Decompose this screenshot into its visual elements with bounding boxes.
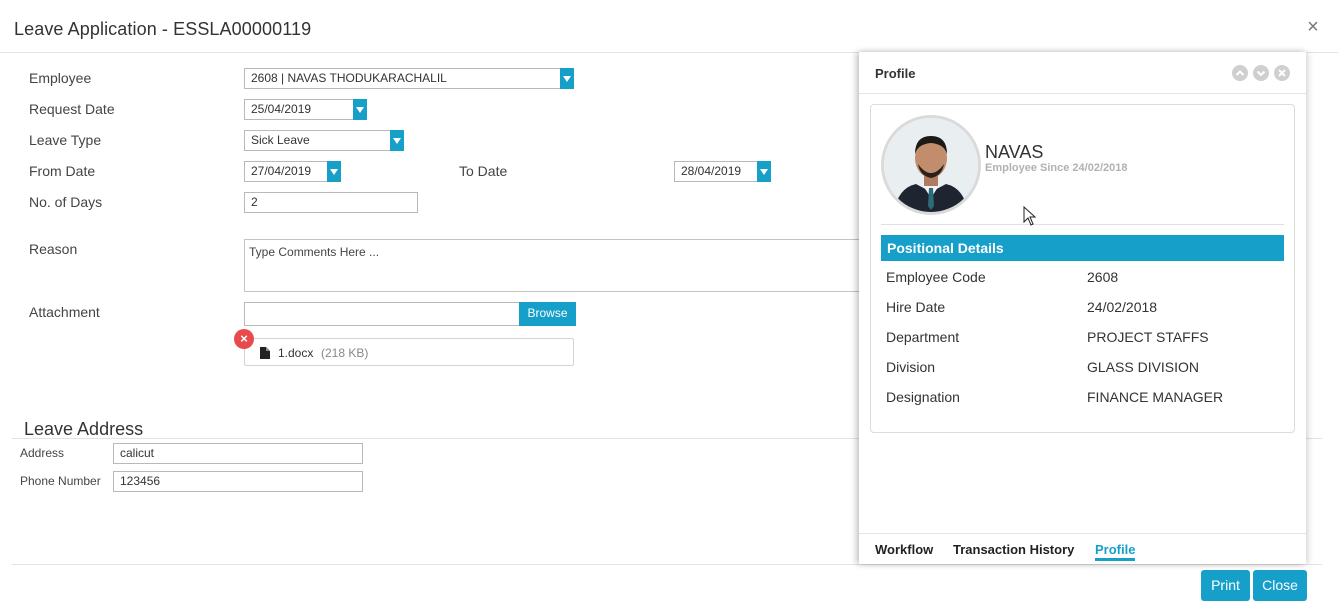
address-field[interactable]: calicut: [113, 443, 363, 464]
to-date-value: 28/04/2019: [681, 164, 742, 178]
cursor-icon: [1023, 206, 1037, 226]
card-divider: [881, 224, 1284, 225]
print-button[interactable]: Print: [1201, 570, 1250, 601]
tab-transaction-history[interactable]: Transaction History: [953, 542, 1074, 557]
tabs-divider: [859, 533, 1306, 534]
employee-label: Employee: [29, 70, 92, 86]
close-button[interactable]: Close: [1253, 570, 1307, 601]
leave-address-title: Leave Address: [24, 419, 144, 439]
from-date-label: From Date: [29, 163, 96, 179]
tab-profile[interactable]: Profile: [1095, 542, 1136, 561]
dropdown-arrow-icon[interactable]: [390, 130, 404, 151]
file-name[interactable]: 1.docx: [278, 346, 313, 360]
panel-header-divider: [859, 93, 1306, 94]
employee-select[interactable]: 2608 | NAVAS THODUKARACHALIL: [244, 68, 574, 89]
leave-type-select[interactable]: Sick Leave: [244, 130, 404, 151]
dialog-title: Leave Application - ESSLA00000119: [14, 19, 312, 39]
attachment-input[interactable]: [244, 302, 520, 326]
profile-card: NAVAS Employee Since 24/02/2018 Position…: [870, 104, 1295, 433]
dropdown-arrow-icon[interactable]: [560, 68, 574, 89]
request-date-label: Request Date: [29, 101, 115, 117]
reason-textarea[interactable]: Type Comments Here ...: [244, 239, 874, 292]
detail-value: 24/02/2018: [1087, 299, 1158, 315]
leave-type-value: Sick Leave: [251, 133, 310, 147]
chevron-up-icon[interactable]: [1232, 65, 1248, 81]
attachment-label: Attachment: [29, 304, 100, 320]
detail-label: Employee Code: [886, 269, 986, 285]
remove-icon[interactable]: ×: [234, 329, 254, 349]
detail-label: Designation: [886, 389, 960, 405]
detail-label: Department: [886, 329, 960, 345]
avatar: [881, 115, 981, 215]
chevron-down-icon[interactable]: [1253, 65, 1269, 81]
request-date-field[interactable]: 25/04/2019: [244, 99, 367, 120]
phone-value: 123456: [120, 474, 161, 488]
dropdown-arrow-icon[interactable]: [353, 99, 367, 120]
leave-address-divider: [12, 438, 859, 439]
positional-details-header: Positional Details: [881, 235, 1284, 261]
browse-button[interactable]: Browse: [519, 302, 576, 326]
employee-value: 2608 | NAVAS THODUKARACHALIL: [251, 71, 447, 85]
file-size: (218 KB): [321, 346, 369, 360]
file-icon: [260, 347, 270, 359]
days-label: No. of Days: [29, 194, 103, 210]
employee-since: Employee Since 24/02/2018: [985, 162, 1128, 174]
detail-label: Division: [886, 359, 936, 375]
footer-divider: [12, 564, 1322, 565]
to-date-field[interactable]: 28/04/2019: [674, 161, 771, 182]
leave-type-label: Leave Type: [29, 132, 102, 148]
tab-workflow[interactable]: Workflow: [875, 542, 933, 557]
days-value: 2: [251, 195, 258, 209]
detail-value: 2608: [1087, 269, 1119, 285]
phone-label: Phone Number: [20, 474, 101, 488]
from-date-field[interactable]: 27/04/2019: [244, 161, 341, 182]
reason-label: Reason: [29, 241, 78, 257]
address-value: calicut: [120, 446, 155, 460]
profile-panel-title: Profile: [875, 66, 916, 81]
panel-close-icon[interactable]: [1274, 65, 1290, 81]
attachment-item: 1.docx (218 KB): [244, 338, 574, 366]
dropdown-arrow-icon[interactable]: [327, 161, 341, 182]
phone-field[interactable]: 123456: [113, 471, 363, 492]
profile-name: NAVAS: [985, 142, 1044, 162]
close-icon[interactable]: ×: [1303, 17, 1323, 37]
detail-value: GLASS DIVISION: [1087, 359, 1200, 375]
detail-value: PROJECT STAFFS: [1087, 329, 1209, 345]
dropdown-arrow-icon[interactable]: [757, 161, 771, 182]
detail-value: FINANCE MANAGER: [1087, 389, 1224, 405]
days-field[interactable]: 2: [244, 192, 418, 213]
from-date-value: 27/04/2019: [251, 164, 312, 178]
detail-label: Hire Date: [886, 299, 946, 315]
leave-address-divider-right: [1306, 438, 1322, 439]
to-date-label: To Date: [459, 163, 508, 179]
request-date-value: 25/04/2019: [251, 102, 312, 116]
profile-panel: Profile NAVAS Employee Since 24/02/2018 …: [859, 52, 1306, 564]
address-label: Address: [20, 446, 65, 460]
